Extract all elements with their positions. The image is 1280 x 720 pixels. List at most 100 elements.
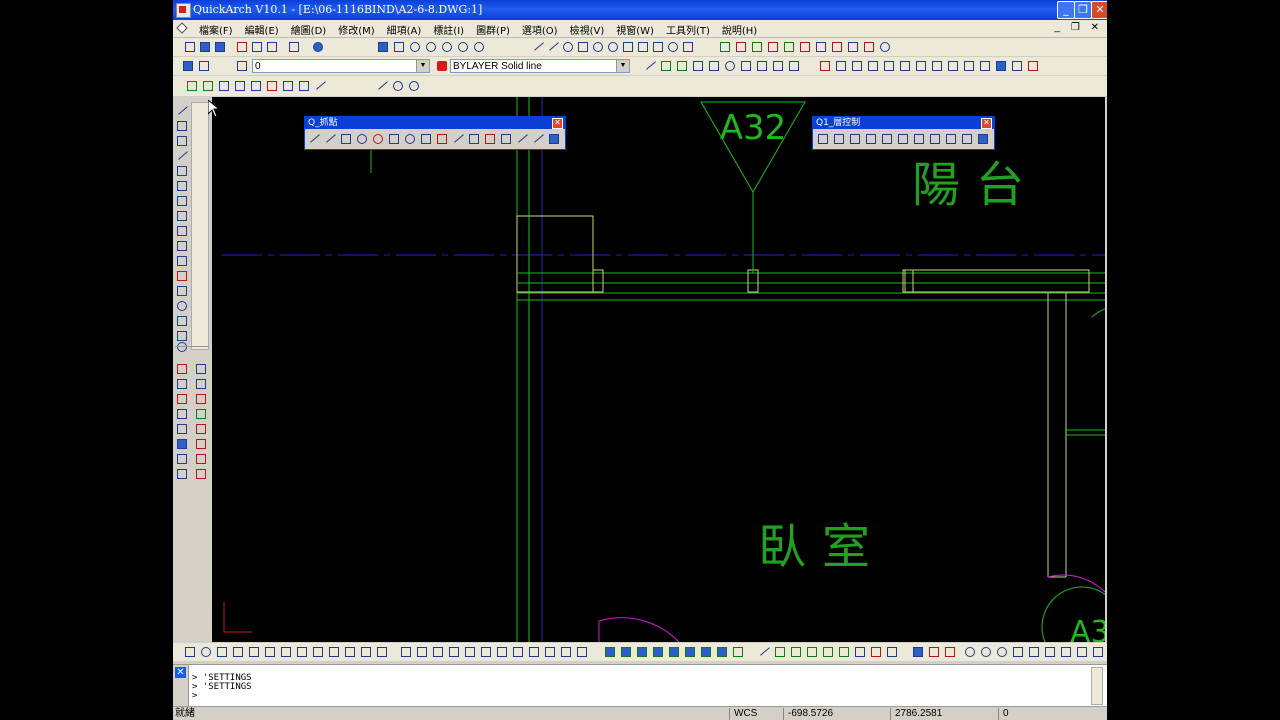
edit-tool-1-icon[interactable] xyxy=(185,79,199,93)
zoom-previous-icon[interactable] xyxy=(472,40,486,54)
pipe-tool-1-icon[interactable] xyxy=(757,645,771,659)
wall-tool-3-icon[interactable] xyxy=(175,134,189,148)
arch-arc-3-icon[interactable] xyxy=(995,645,1009,659)
green-tool-2-icon[interactable] xyxy=(619,645,633,659)
layer-tool-6-icon[interactable] xyxy=(898,59,912,73)
layer-tool-4-icon[interactable] xyxy=(866,59,880,73)
edit-tool-6-icon[interactable] xyxy=(265,79,279,93)
layer-isolate-icon[interactable] xyxy=(912,132,926,146)
menu-dimension[interactable]: 標註(I) xyxy=(427,22,470,37)
draw-rect-icon[interactable] xyxy=(183,645,197,659)
edit-tool-4-icon[interactable] xyxy=(233,79,247,93)
rectangle-icon[interactable] xyxy=(576,40,590,54)
zoom-window-icon[interactable] xyxy=(456,40,470,54)
redo-icon[interactable] xyxy=(407,79,421,93)
pipe-tool-9-icon[interactable] xyxy=(885,645,899,659)
furniture-1-icon[interactable] xyxy=(215,645,229,659)
snap-quadrant-icon[interactable] xyxy=(371,132,385,146)
cut-icon[interactable] xyxy=(235,40,249,54)
floor-plan-drawing[interactable]: A32 陽台 臥室 A3 xyxy=(212,97,1105,642)
arch-tool-5-icon[interactable] xyxy=(175,392,189,406)
snap-xy-icon[interactable] xyxy=(499,132,513,146)
new-file-icon[interactable] xyxy=(183,40,197,54)
layer-match-icon[interactable] xyxy=(928,132,942,146)
dim-style-icon[interactable] xyxy=(862,40,876,54)
snap-tangent-icon[interactable] xyxy=(787,59,801,73)
layer-tool-2-icon[interactable] xyxy=(834,59,848,73)
edit-tool-3-icon[interactable] xyxy=(217,79,231,93)
block-icon[interactable] xyxy=(651,40,665,54)
green-tool-3-icon[interactable] xyxy=(635,645,649,659)
snap-midpoint-icon[interactable] xyxy=(323,132,337,146)
dim-update-icon[interactable] xyxy=(878,40,892,54)
green-tool-7-icon[interactable] xyxy=(699,645,713,659)
app-icon[interactable] xyxy=(176,3,191,18)
arch-tool-11-icon[interactable] xyxy=(175,437,189,451)
furniture-11-icon[interactable] xyxy=(375,645,389,659)
fixture-2-icon[interactable] xyxy=(415,645,429,659)
snap-from-icon[interactable] xyxy=(531,132,545,146)
wall-tool-2-icon[interactable] xyxy=(175,119,189,133)
dim-linear-icon[interactable] xyxy=(718,40,732,54)
zoom-realtime-icon[interactable] xyxy=(408,40,422,54)
minimize-button[interactable]: _ xyxy=(1057,1,1075,19)
arch-tool-6-icon[interactable] xyxy=(194,392,208,406)
furniture-4-icon[interactable] xyxy=(263,645,277,659)
pipe-tool-4-icon[interactable] xyxy=(805,645,819,659)
arch-tool-4-icon[interactable] xyxy=(194,377,208,391)
mdi-controls[interactable]: _ ❐ ✕ xyxy=(1055,22,1103,33)
layer-all-on-icon[interactable] xyxy=(960,132,974,146)
layer-lock-icon[interactable] xyxy=(880,132,894,146)
arch-tool-12-icon[interactable] xyxy=(194,437,208,451)
menu-draw[interactable]: 繪圖(D) xyxy=(285,22,333,37)
status-coord-system[interactable]: WCS xyxy=(729,708,780,720)
fixture-10-icon[interactable] xyxy=(543,645,557,659)
arch-arc-2-icon[interactable] xyxy=(979,645,993,659)
green-tool-5-icon[interactable] xyxy=(667,645,681,659)
layer-tool-14-icon[interactable] xyxy=(1026,59,1040,73)
restore-button[interactable]: ❐ xyxy=(1074,1,1092,19)
arch-tool-15-icon[interactable] xyxy=(175,467,189,481)
pipe-tool-6-icon[interactable] xyxy=(837,645,851,659)
menu-group[interactable]: 圖群(P) xyxy=(470,22,516,37)
layer-tool-11-icon[interactable] xyxy=(978,59,992,73)
snap-center-icon[interactable] xyxy=(675,59,689,73)
menu-help[interactable]: 說明(H) xyxy=(716,22,763,37)
menu-modify[interactable]: 修改(M) xyxy=(332,22,380,37)
arch-arc-4-icon[interactable] xyxy=(1011,645,1025,659)
layer-tool-5-icon[interactable] xyxy=(882,59,896,73)
circle-icon[interactable] xyxy=(591,40,605,54)
snap-palette[interactable]: Q_抓點 ✕ xyxy=(304,116,566,150)
command-prompt[interactable]: > xyxy=(192,692,252,701)
furniture-10-icon[interactable] xyxy=(359,645,373,659)
layer-tool-7-icon[interactable] xyxy=(914,59,928,73)
layer-tool-10-icon[interactable] xyxy=(962,59,976,73)
polyline-icon[interactable] xyxy=(546,40,560,54)
zoom-out-icon[interactable] xyxy=(440,40,454,54)
layer-control-palette-header[interactable]: Q1_層控制 ✕ xyxy=(813,117,994,129)
wall-tool-1-icon[interactable] xyxy=(175,104,189,118)
hatch-tool-2-icon[interactable] xyxy=(927,645,941,659)
arc-icon[interactable] xyxy=(561,40,575,54)
layer-tool-13-icon[interactable] xyxy=(1010,59,1024,73)
snap-endpoint-icon[interactable] xyxy=(643,59,657,73)
arch-arc-1-icon[interactable] xyxy=(963,645,977,659)
close-icon[interactable]: ✕ xyxy=(981,118,992,129)
menu-detail[interactable]: 細項(A) xyxy=(381,22,428,37)
fixture-4-icon[interactable] xyxy=(447,645,461,659)
snap-quadrant-icon[interactable] xyxy=(707,59,721,73)
menu-options[interactable]: 選項(O) xyxy=(516,22,564,37)
snap-intersection-icon[interactable] xyxy=(339,132,353,146)
title-bar[interactable]: QuickArch V10.1 - [E:\06-1116BIND\A2-6-8… xyxy=(173,0,1107,20)
hatch-tool-3-icon[interactable] xyxy=(943,645,957,659)
arch-arc-6-icon[interactable] xyxy=(1043,645,1057,659)
wall-tool-9-icon[interactable] xyxy=(175,224,189,238)
furniture-3-icon[interactable] xyxy=(247,645,261,659)
arch-arc-9-icon[interactable] xyxy=(1091,645,1105,659)
stair-icon[interactable] xyxy=(175,284,189,298)
warning-triangle-icon[interactable] xyxy=(175,269,189,283)
drawing-canvas[interactable]: A32 陽台 臥室 A3 Q_抓點 ✕ Q1_層控制 ✕ xyxy=(212,97,1105,642)
wall-tool-6-icon[interactable] xyxy=(175,179,189,193)
snap-extension-icon[interactable] xyxy=(483,132,497,146)
arch-tool-10-icon[interactable] xyxy=(194,422,208,436)
